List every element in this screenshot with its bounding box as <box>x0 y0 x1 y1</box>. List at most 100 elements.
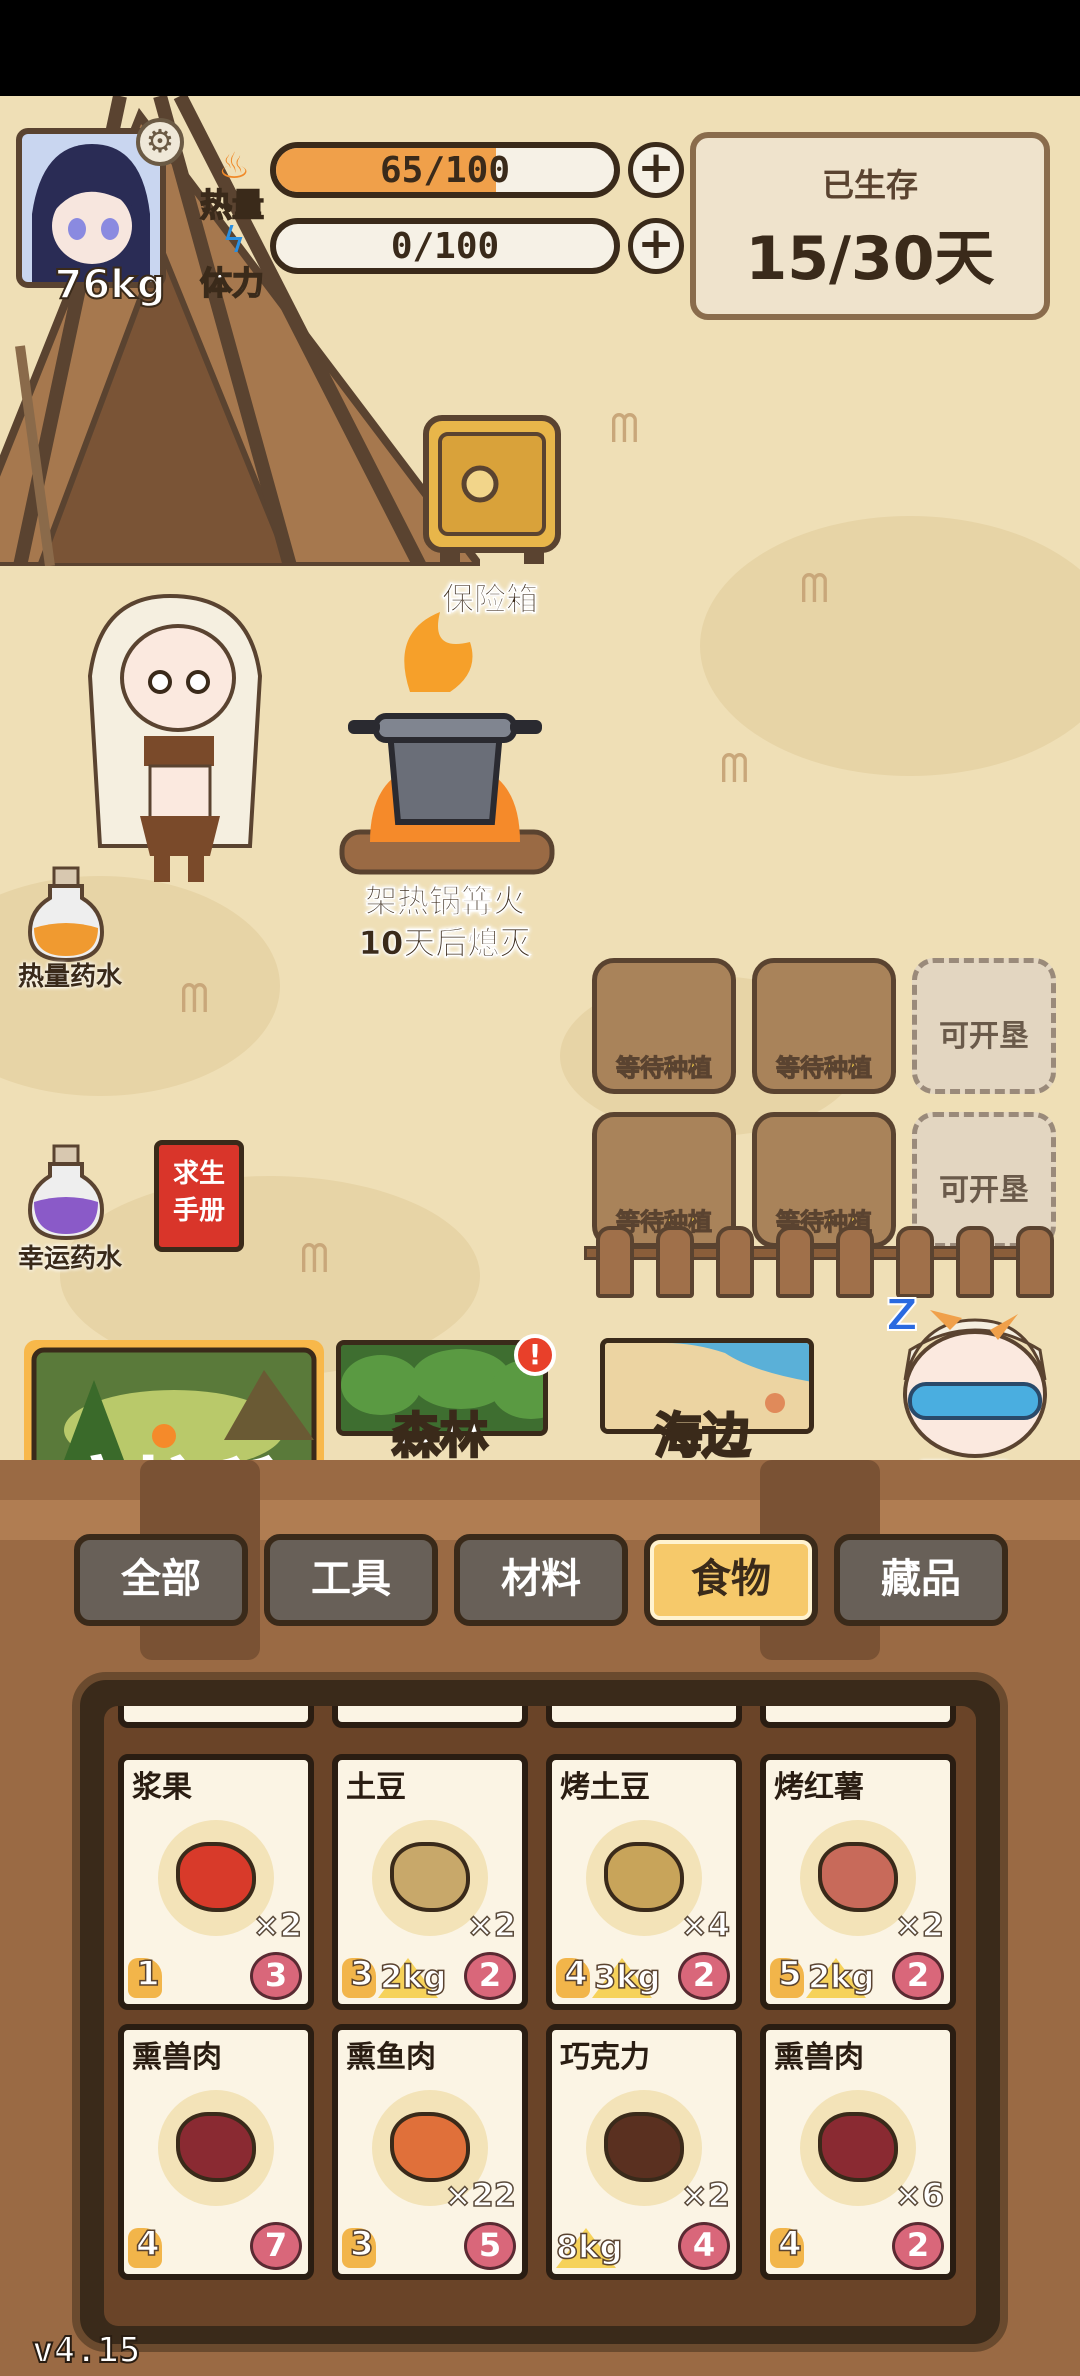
fence-post <box>1016 1226 1054 1298</box>
version-label: v4.15 <box>31 2329 141 2372</box>
tab-0[interactable]: 全部 <box>74 1534 248 1626</box>
farm-plot[interactable]: 等待种植 <box>752 958 896 1094</box>
next-day-sleeping-character[interactable] <box>890 1310 1060 1460</box>
fence-post <box>596 1226 634 1298</box>
farm-plot-label: 等待种植 <box>776 1054 873 1083</box>
item-quantity: ×2 <box>680 2175 731 2215</box>
avatar-portrait <box>22 134 160 282</box>
grass-tuft-icon: ᗰ <box>720 746 749 792</box>
forest-alert-badge: ! <box>514 1334 556 1376</box>
item-quantity: ×22 <box>444 2175 517 2215</box>
item-card[interactable]: 土豆 ×2 3 2kg 2 <box>332 1754 528 2010</box>
item-pig-value: 5 <box>464 2222 516 2270</box>
tab-4[interactable]: 藏品 <box>834 1534 1008 1626</box>
item-weight: 8kg <box>555 2227 623 2267</box>
item-art <box>390 2112 470 2182</box>
item-weight: 2kg <box>379 1957 447 1997</box>
campfire-status: 10天后熄灭 <box>358 924 532 963</box>
days-survived-count: 15/30天 <box>745 224 995 294</box>
luck-potion-icon[interactable] <box>26 1142 106 1242</box>
item-name: 烤土豆 <box>560 1770 650 1805</box>
stamina-label: 体力 <box>199 263 265 303</box>
item-name: 土豆 <box>346 1770 406 1805</box>
farm-plot-label: 可开垦 <box>939 1019 1029 1054</box>
item-card[interactable]: 烤红薯 ×2 5 2kg 2 <box>760 1754 956 2010</box>
item-art <box>176 2112 256 2182</box>
item-quantity: ×4 <box>680 1905 731 1945</box>
item-pig-value: 3 <box>250 1952 302 2000</box>
grass-tuft-icon: ᗰ <box>800 566 829 612</box>
safe-box-icon[interactable] <box>420 412 564 568</box>
ground-patch <box>700 516 1080 776</box>
add-stamina-button[interactable]: + <box>628 218 684 274</box>
item-card[interactable]: 熏兽肉 ×6 4 2 <box>760 2024 956 2280</box>
item-calories: 4 <box>777 2223 802 2265</box>
campfire-pot-icon[interactable] <box>330 612 560 882</box>
farm-plot[interactable]: 等待种植 <box>592 958 736 1094</box>
item-art <box>604 2112 684 2182</box>
forest-label: 森林 <box>391 1407 490 1466</box>
item-card[interactable]: 浆果 ×2 1 3 <box>118 1754 314 2010</box>
heat-potion-label: 热量药水 <box>17 962 122 992</box>
item-card-partial[interactable] <box>760 1706 956 1728</box>
fence-post <box>716 1226 754 1298</box>
item-pig-value: 2 <box>892 1952 944 2000</box>
survival-handbook-button[interactable]: 求生 手册 <box>154 1140 244 1252</box>
item-art <box>390 1842 470 1912</box>
item-card-partial[interactable] <box>332 1706 528 1728</box>
farm-plot-empty[interactable]: 可开垦 <box>912 958 1056 1094</box>
item-weight: 3kg <box>593 1957 661 1997</box>
item-calories: 5 <box>777 1953 802 1995</box>
item-weight: 2kg <box>807 1957 875 1997</box>
fence-post <box>776 1226 814 1298</box>
fence-post <box>956 1226 994 1298</box>
item-calories: 4 <box>135 2223 160 2265</box>
handbook-title-line2: 手册 <box>172 1196 225 1226</box>
player-weight: 76kg <box>54 261 167 309</box>
grass-tuft-icon: ᗰ <box>300 1236 329 1282</box>
item-quantity: ×2 <box>252 1905 303 1945</box>
days-survived-title: 已生存 <box>821 166 918 204</box>
add-heat-button[interactable]: + <box>628 142 684 198</box>
fence-post <box>896 1226 934 1298</box>
stamina-bar: 0/100 <box>270 218 620 274</box>
item-calories: 4 <box>563 1953 588 1995</box>
farm-plot-label: 等待种植 <box>616 1054 713 1083</box>
item-pig-value: 4 <box>678 2222 730 2270</box>
item-name: 熏兽肉 <box>132 2040 222 2075</box>
system-status-bar <box>0 0 1080 96</box>
tab-2[interactable]: 材料 <box>454 1534 628 1626</box>
item-name: 熏兽肉 <box>774 2040 864 2075</box>
item-quantity: ×2 <box>466 1905 517 1945</box>
item-card-partial[interactable] <box>546 1706 742 1728</box>
handbook-title-line1: 求生 <box>172 1159 225 1189</box>
item-card[interactable]: 巧克力 ×2 8kg 4 <box>546 2024 742 2280</box>
item-pig-value: 2 <box>892 2222 944 2270</box>
heat-bar: 65/100 <box>270 142 620 198</box>
item-name: 浆果 <box>132 1770 192 1805</box>
item-card[interactable]: 烤土豆 ×4 4 3kg 2 <box>546 1754 742 2010</box>
beach-label: 海边 <box>653 1407 752 1466</box>
item-card-partial[interactable] <box>118 1706 314 1728</box>
item-calories: 1 <box>135 1953 160 1995</box>
item-art <box>604 1842 684 1912</box>
item-card[interactable]: 熏鱼肉 ×22 3 5 <box>332 2024 528 2280</box>
tab-1[interactable]: 工具 <box>264 1534 438 1626</box>
survivor-character[interactable] <box>60 586 280 886</box>
heat-potion-icon[interactable] <box>26 864 106 964</box>
fence-post <box>656 1226 694 1298</box>
item-pig-value: 7 <box>250 2222 302 2270</box>
item-calories: 3 <box>349 2223 374 2265</box>
settings-gear-icon[interactable]: ⚙ <box>136 118 184 166</box>
item-name: 烤红薯 <box>774 1770 864 1805</box>
smoked-meat-icon <box>158 2090 274 2206</box>
item-calories: 3 <box>349 1953 374 1995</box>
tab-3[interactable]: 食物 <box>644 1534 818 1626</box>
stamina-value: 0/100 <box>390 226 500 267</box>
fence-post <box>836 1226 874 1298</box>
item-art <box>818 2112 898 2182</box>
farm-plot[interactable]: 等待种植 <box>752 1112 896 1248</box>
days-survived-board: 已生存 15/30天 <box>690 132 1050 320</box>
item-card[interactable]: 熏兽肉 4 7 <box>118 2024 314 2280</box>
grass-tuft-icon: ᗰ <box>180 976 209 1022</box>
